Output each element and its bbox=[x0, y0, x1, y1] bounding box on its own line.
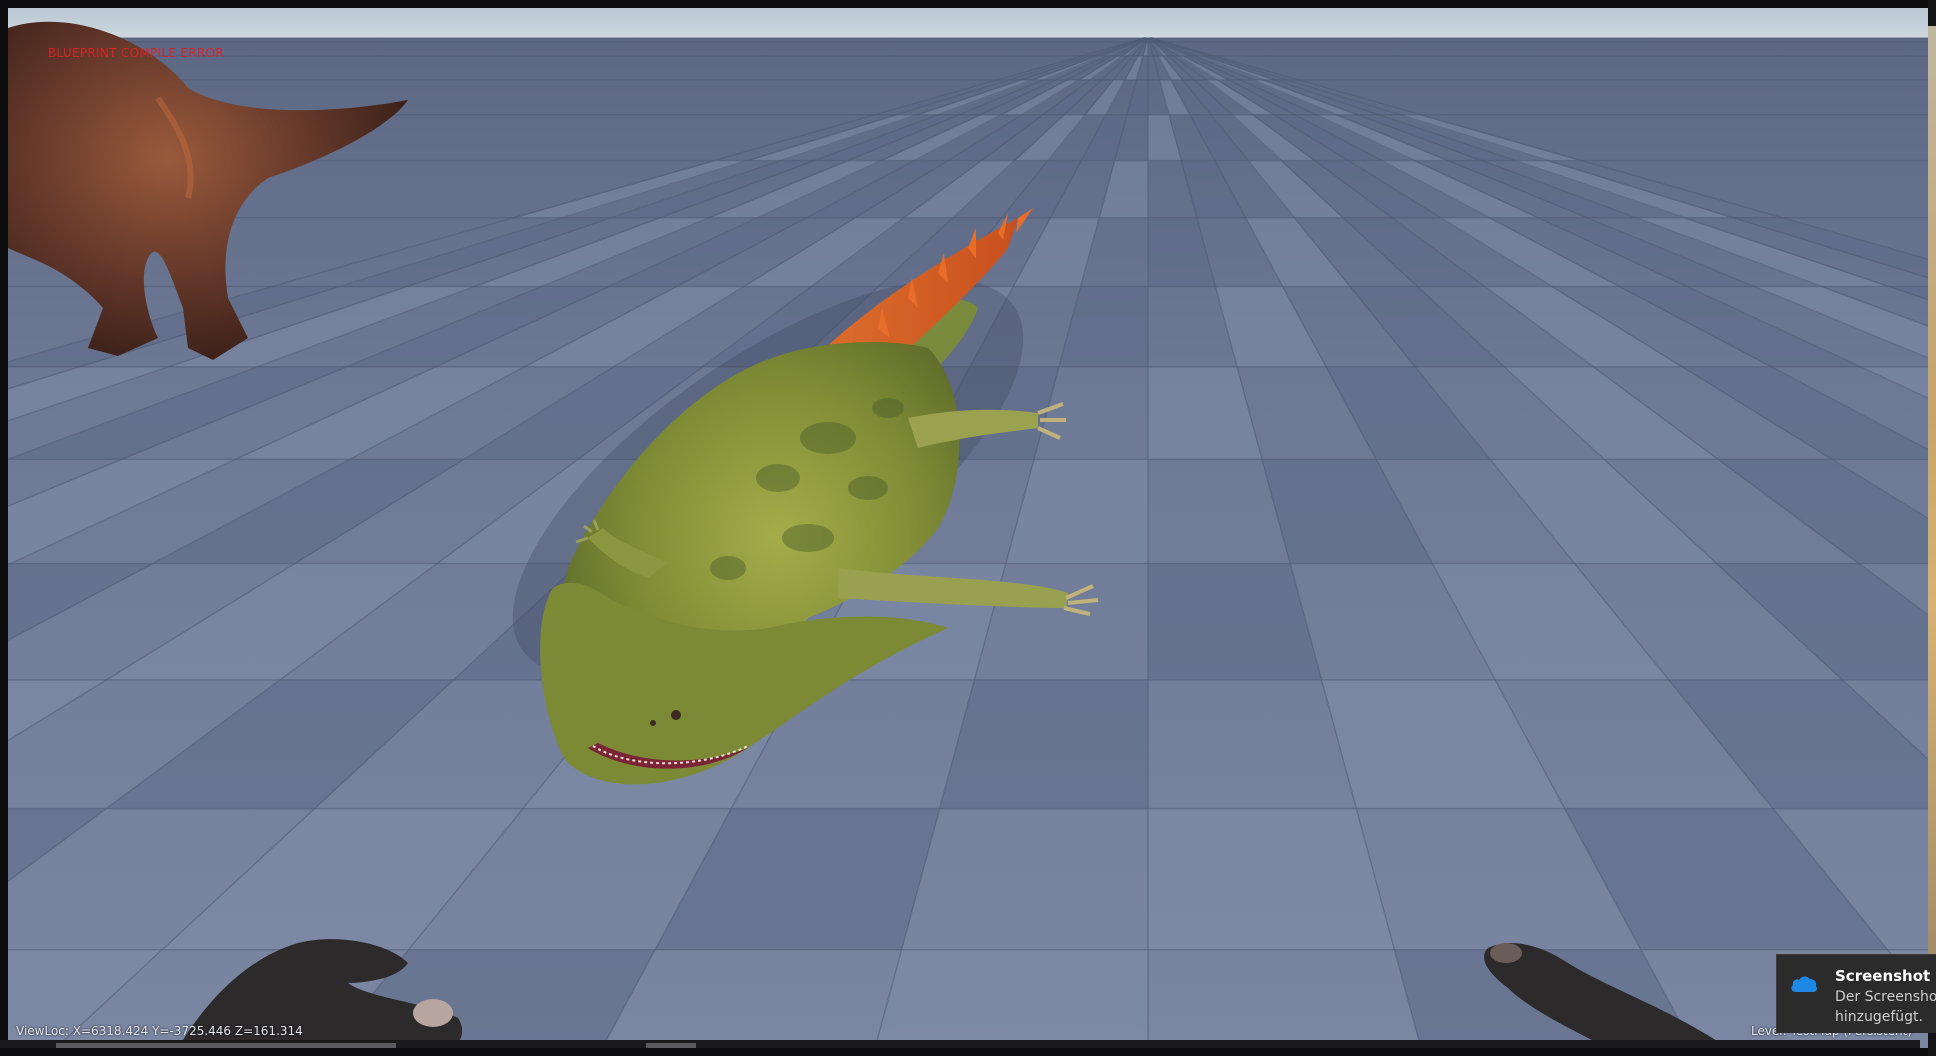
notification-body-line: hinzugefügt. bbox=[1835, 1009, 1923, 1025]
onedrive-cloud-icon bbox=[1791, 976, 1817, 992]
compile-error-text: BLUEPRINT COMPILE ERROR bbox=[48, 46, 224, 60]
notification-body-line: Der Screensho bbox=[1835, 989, 1936, 1005]
floor-tile bbox=[939, 679, 1148, 809]
taskbar-segment bbox=[646, 1043, 696, 1048]
taskbar-segment bbox=[56, 1043, 396, 1048]
background-window-edge bbox=[1928, 26, 1936, 986]
notification-title: Screenshot ge bbox=[1835, 967, 1936, 985]
viewloc-readout: ViewLoc: X=6318.424 Y=-3725.446 Z=161.31… bbox=[16, 1024, 303, 1038]
game-viewport[interactable]: BLUEPRINT COMPILE ERROR ViewLoc: X=6318.… bbox=[8, 8, 1928, 1048]
screenshot-notification[interactable]: Screenshot ge Der Screensho hinzugefügt. bbox=[1776, 954, 1936, 1033]
floor-tile bbox=[874, 949, 1148, 1048]
game-world bbox=[8, 8, 1928, 1048]
floor-tile bbox=[1148, 808, 1395, 950]
